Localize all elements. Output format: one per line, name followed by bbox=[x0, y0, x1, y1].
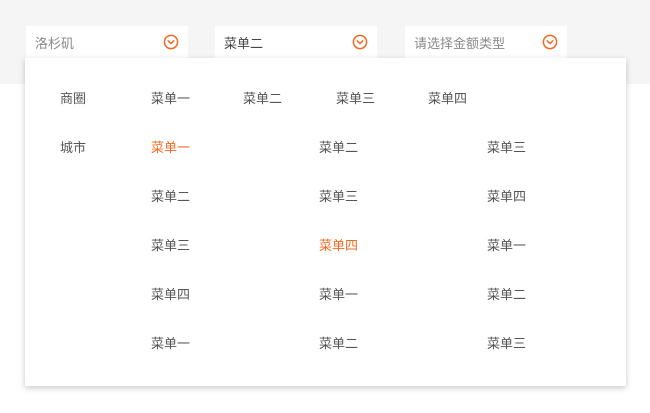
city-item[interactable]: 菜单三 bbox=[319, 190, 358, 206]
city-item[interactable]: 菜单四 bbox=[487, 190, 526, 206]
city-item[interactable]: 菜单一 bbox=[151, 141, 190, 157]
shangquan-label: 商圈 bbox=[60, 92, 87, 107]
city-item[interactable]: 菜单二 bbox=[151, 190, 190, 206]
city-item[interactable]: 菜单一 bbox=[319, 288, 358, 304]
city-item[interactable]: 菜单三 bbox=[151, 239, 190, 255]
city-item[interactable]: 菜单二 bbox=[487, 288, 526, 304]
shangquan-item[interactable]: 菜单四 bbox=[428, 92, 467, 108]
menu-select-value: 菜单二 bbox=[224, 36, 264, 52]
city-item[interactable]: 菜单一 bbox=[151, 337, 190, 353]
chevron-down-circle-icon bbox=[352, 34, 368, 50]
city-item[interactable]: 菜单三 bbox=[487, 337, 526, 353]
city-item[interactable]: 菜单二 bbox=[319, 337, 358, 353]
city-label: 城市 bbox=[60, 141, 87, 156]
menu-select[interactable]: 菜单二 bbox=[215, 26, 377, 58]
city-item[interactable]: 菜单一 bbox=[487, 239, 526, 255]
chevron-down-circle-icon bbox=[542, 34, 558, 50]
location-select-value: 洛杉矶 bbox=[35, 36, 75, 52]
shangquan-item[interactable]: 菜单二 bbox=[243, 92, 282, 108]
amount-type-select[interactable]: 请选择金额类型 bbox=[405, 26, 567, 58]
location-dropdown-panel: 商圈 菜单一 菜单二 菜单三 菜单四 城市 菜单一 菜单二 菜单三 菜单二 菜单… bbox=[25, 58, 626, 386]
city-item[interactable]: 菜单二 bbox=[319, 141, 358, 157]
city-item[interactable]: 菜单四 bbox=[151, 288, 190, 304]
amount-type-select-value: 请选择金额类型 bbox=[414, 36, 506, 52]
shangquan-item[interactable]: 菜单一 bbox=[151, 92, 190, 108]
city-item[interactable]: 菜单三 bbox=[487, 141, 526, 157]
chevron-down-circle-icon bbox=[163, 34, 179, 50]
city-item[interactable]: 菜单四 bbox=[319, 239, 358, 255]
shangquan-item[interactable]: 菜单三 bbox=[336, 92, 375, 108]
location-select[interactable]: 洛杉矶 bbox=[26, 26, 188, 58]
